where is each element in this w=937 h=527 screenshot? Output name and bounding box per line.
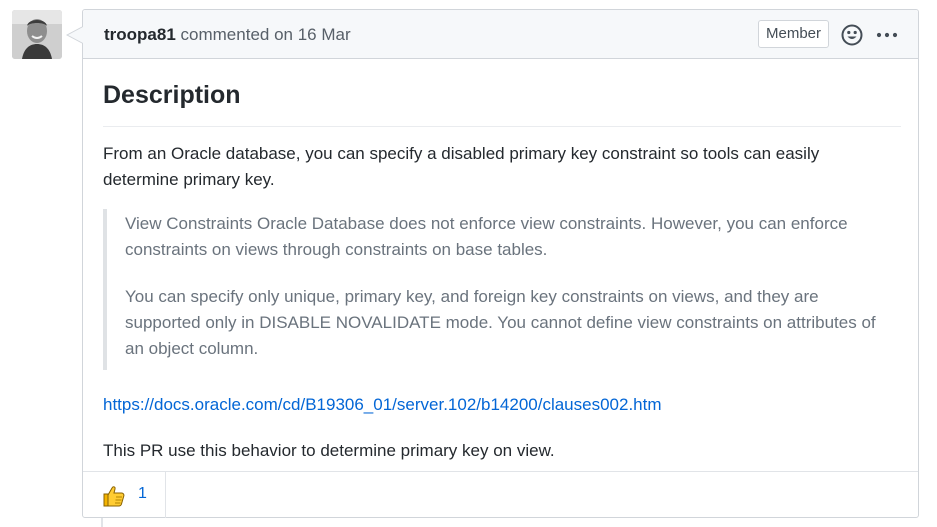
member-badge: Member	[758, 20, 830, 48]
heading-divider	[103, 126, 901, 127]
intro-paragraph: From an Oracle database, you can specify…	[103, 144, 820, 189]
reactions-bar: 1	[83, 471, 918, 518]
quote-paragraph: View Constraints Oracle Database does no…	[125, 214, 848, 259]
oracle-docs-link[interactable]: https://docs.oracle.com/cd/B19306_01/ser…	[103, 395, 662, 414]
thumbs-up-reaction-button[interactable]: 1	[83, 472, 166, 518]
thumbs-up-icon	[103, 486, 125, 507]
comment-caret-fill	[68, 27, 83, 43]
comment-box: troopa81 commented on 16 Mar Member Desc…	[82, 9, 919, 518]
link-paragraph: https://docs.oracle.com/cd/B19306_01/ser…	[103, 392, 893, 418]
comment-header: troopa81 commented on 16 Mar Member	[83, 10, 918, 59]
description-heading: Description	[103, 81, 241, 109]
author-link[interactable]: troopa81	[104, 25, 176, 44]
kebab-horizontal-icon[interactable]	[875, 24, 899, 46]
quote-paragraph: You can specify only unique, primary key…	[125, 287, 876, 358]
reaction-count: 1	[138, 485, 147, 502]
timeline-line	[101, 518, 103, 527]
blockquote: View Constraints Oracle Database does no…	[103, 209, 893, 370]
avatar-photo	[12, 10, 62, 59]
avatar[interactable]	[12, 10, 62, 59]
comment-timestamp[interactable]: commented on 16 Mar	[181, 25, 351, 44]
comment-header-text: troopa81 commented on 16 Mar	[104, 25, 351, 45]
closing-paragraph: This PR use this behavior to determine p…	[103, 441, 555, 460]
smiley-icon[interactable]	[841, 24, 863, 46]
